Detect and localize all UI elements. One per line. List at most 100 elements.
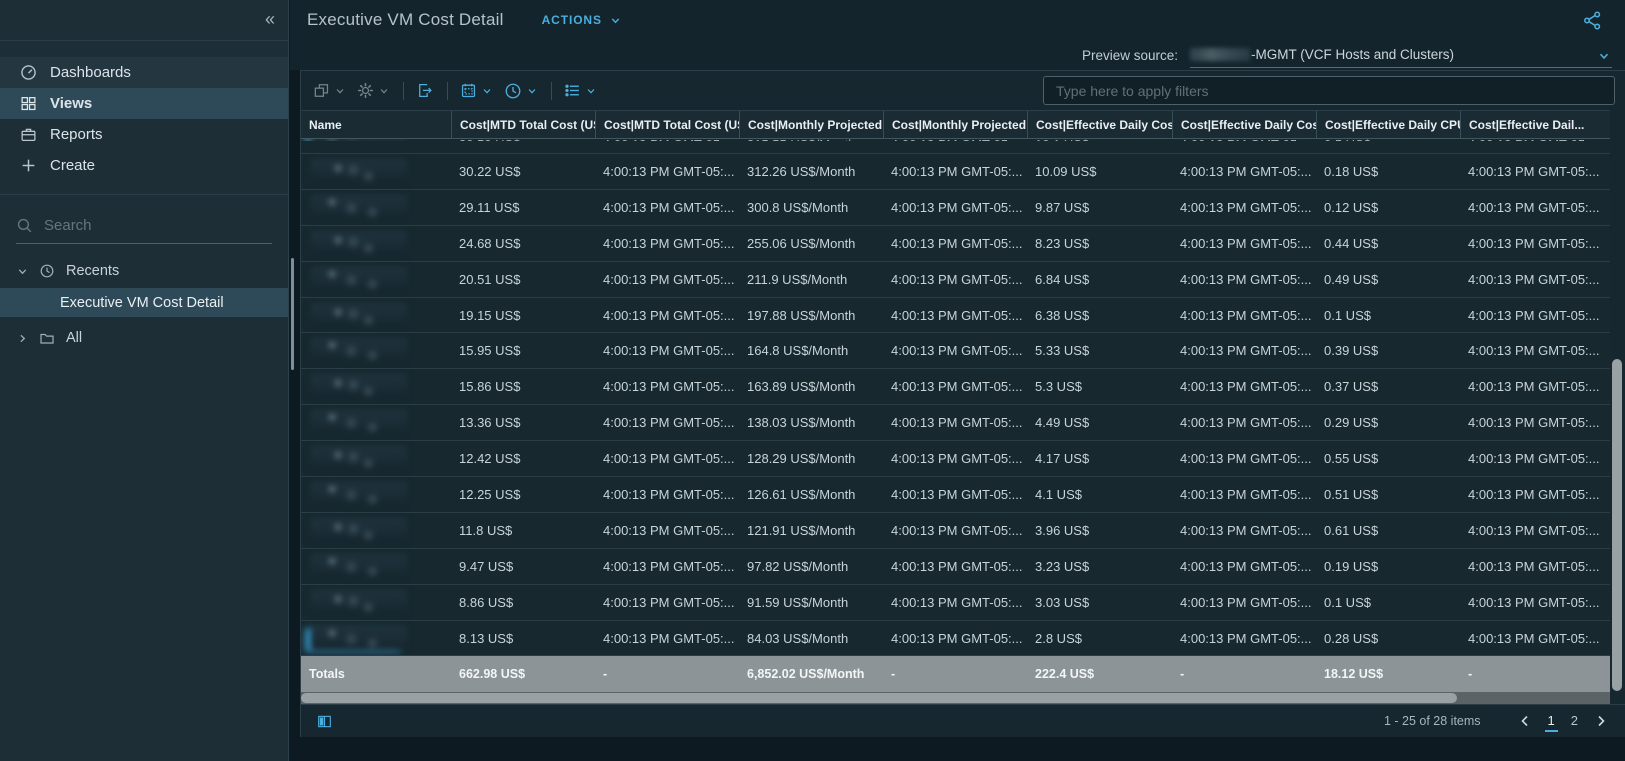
recents-group-header[interactable]: Recents	[0, 259, 288, 283]
sidebar-header: «	[0, 0, 288, 41]
table-row[interactable]: 11.8 US$ 4:00:13 PM GMT-05:... 121.91 US$/…	[301, 512, 1610, 549]
table-cell: 4:00:13 PM GMT-05:...	[1468, 164, 1600, 179]
chevron-down-icon	[380, 88, 388, 94]
table-cell: 8.86 US$	[459, 594, 514, 610]
table-cell: 4:00:13 PM GMT-05:...	[1468, 630, 1600, 646]
table-row[interactable]: 9.47 US$ 4:00:13 PM GMT-05:... 97.82 US$/M…	[301, 548, 1610, 585]
preview-source-select[interactable]: -MGMT (VCF Hosts and Clusters)	[1190, 43, 1612, 68]
table-row[interactable]: 13.36 US$ 4:00:13 PM GMT-05:... 138.03 US$…	[301, 405, 1610, 442]
table-cell-name	[301, 190, 451, 225]
actions-menu-button[interactable]: ACTIONS	[542, 13, 621, 27]
column-header-4[interactable]: Cost|Monthly Projected T...	[883, 111, 1027, 138]
share-icon[interactable]	[1582, 10, 1603, 31]
totals-cell-7: 18.12 US$	[1324, 667, 1384, 682]
vertical-scrollbar-thumb[interactable]	[1612, 359, 1622, 691]
table-cell: 4:00:13 PM GMT-05:...	[1180, 164, 1312, 179]
table-cell: 4.1 US$	[1035, 487, 1082, 503]
sidebar-item-reports[interactable]: Reports	[0, 119, 288, 150]
table-cell: 11.8 US$	[459, 522, 513, 538]
sidebar-item-create[interactable]: Create	[0, 150, 288, 181]
table-cell: 0.39 US$	[1324, 343, 1379, 359]
table-cell: 0.49 US$	[1324, 271, 1379, 287]
collapse-sidebar-icon[interactable]: «	[265, 9, 275, 29]
table-row[interactable]: 30.53 US$4:00:13 PM GMT-05:...315.55 US$…	[301, 139, 1610, 154]
column-picker-button[interactable]	[317, 714, 332, 729]
column-header-5[interactable]: Cost|Effective Daily Cost ...	[1027, 111, 1172, 138]
table-row[interactable]: 29.11 US$ 4:00:13 PM GMT-05:... 300.8 US$/…	[301, 189, 1610, 226]
panel-splitter-handle[interactable]	[291, 258, 294, 370]
column-header-1[interactable]: Cost|MTD Total Cost (US$)	[451, 111, 595, 138]
page-numbers: 12	[1544, 711, 1581, 732]
table-cell-name	[301, 154, 451, 189]
table-cell: 126.61 US$/Month	[747, 487, 856, 503]
table-row[interactable]: 15.86 US$ 4:00:13 PM GMT-05:... 163.89 US$…	[301, 369, 1610, 406]
sidebar-item-dashboards[interactable]: Dashboards	[0, 57, 288, 88]
horizontal-scrollbar-thumb[interactable]	[301, 693, 1457, 704]
chevron-down-icon	[611, 17, 620, 23]
column-header-6[interactable]: Cost|Effective Daily Cost ...	[1172, 111, 1316, 138]
table-cell-name	[301, 298, 451, 333]
table-row[interactable]: 8.86 US$ 4:00:13 PM GMT-05:... 91.59 US$/M…	[301, 584, 1610, 621]
table-cell: 4:00:13 PM GMT-05:...	[1468, 199, 1600, 215]
column-header-0[interactable]: Name	[301, 111, 451, 138]
table-cell: 84.03 US$/Month	[747, 630, 849, 646]
page-button-2[interactable]: 2	[1568, 711, 1581, 732]
table-row[interactable]: 15.95 US$ 4:00:13 PM GMT-05:... 164.8 US$/…	[301, 333, 1610, 370]
table-cell: 4.49 US$	[1035, 415, 1090, 431]
table-cell: 121.91 US$/Month	[747, 522, 856, 538]
table-row[interactable]: 30.22 US$ 4:00:13 PM GMT-05:... 312.26 US$…	[301, 154, 1610, 190]
table-cell: 3.23 US$	[1035, 558, 1090, 574]
column-header-3[interactable]: Cost|Monthly Projected T...	[739, 111, 883, 138]
table-cell: 4:00:13 PM GMT-05:...	[891, 199, 1023, 215]
date-range-button[interactable]	[460, 82, 492, 99]
grid-footer: 1 - 25 of 28 items 12	[301, 704, 1625, 738]
export-button[interactable]	[416, 82, 433, 99]
chevron-left-icon	[1520, 716, 1528, 727]
page-title: Executive VM Cost Detail	[307, 10, 504, 29]
previous-page-button[interactable]	[1519, 715, 1531, 727]
table-row[interactable]: 20.51 US$ 4:00:13 PM GMT-05:... 211.9 US$/…	[301, 261, 1610, 298]
tree-node-all[interactable]: All	[0, 326, 288, 350]
table-cell: 4:00:13 PM GMT-05:...	[1180, 487, 1312, 503]
sidebar-item-views[interactable]: Views	[0, 88, 288, 119]
horizontal-scrollbar[interactable]	[301, 692, 1610, 705]
table-row[interactable]: 24.68 US$ 4:00:13 PM GMT-05:... 255.06 US$…	[301, 225, 1610, 262]
table-cell: 19.15 US$	[459, 307, 521, 323]
list-options-button[interactable]	[564, 82, 596, 99]
table-cell: 4:00:13 PM GMT-05:...	[891, 271, 1023, 287]
table-cell: 0.55 US$	[1324, 451, 1379, 467]
table-cell: 4:00:13 PM GMT-05:...	[891, 487, 1023, 503]
column-header-7[interactable]: Cost|Effective Daily CPU ...	[1316, 111, 1460, 138]
totals-cell-4: -	[891, 667, 896, 682]
table-row[interactable]: 19.15 US$ 4:00:13 PM GMT-05:... 197.88 US$…	[301, 297, 1610, 334]
chevron-down-icon	[528, 88, 536, 94]
table-cell: 4:00:13 PM GMT-05:...	[1468, 558, 1600, 574]
table-cell: 4:00:13 PM GMT-05:...	[1468, 594, 1600, 610]
table-cell: 8.13 US$	[459, 630, 514, 646]
next-page-button[interactable]	[1595, 715, 1607, 727]
table-row[interactable]: 12.42 US$ 4:00:13 PM GMT-05:... 128.29 US$…	[301, 441, 1610, 478]
table-cell: 4:00:13 PM GMT-05:...	[1468, 307, 1600, 323]
table-row[interactable]: 12.25 US$ 4:00:13 PM GMT-05:... 126.61 US$…	[301, 477, 1610, 513]
table-cell: 0.12 US$	[1324, 199, 1379, 215]
redacted-vm-name	[311, 517, 407, 542]
table-row[interactable]: 8.13 US$ 4:00:13 PM GMT-05:... 84.03 US$/M…	[301, 620, 1610, 657]
column-header-2[interactable]: Cost|MTD Total Cost (US...	[595, 111, 739, 138]
column-header-8[interactable]: Cost|Effective Dail...	[1460, 111, 1610, 138]
table-cell: 0.1 US$	[1324, 307, 1371, 323]
table-cell: 30.22 US$	[459, 164, 521, 179]
search-icon	[16, 217, 33, 234]
popout-view-button[interactable]	[313, 82, 345, 99]
recent-item-executive-vm-cost-detail[interactable]: Executive VM Cost Detail	[0, 288, 288, 317]
filter-input[interactable]	[1043, 76, 1615, 105]
dashboard-gauge-icon	[20, 64, 37, 81]
settings-button[interactable]	[357, 82, 389, 99]
table-cell: 6.38 US$	[1035, 307, 1090, 323]
time-settings-button[interactable]	[504, 82, 537, 100]
items-range-text: 1 - 25 of 28 items	[1383, 714, 1481, 729]
search-input[interactable]	[44, 217, 272, 234]
chevron-down-icon	[17, 266, 28, 277]
table-cell: 3.03 US$	[1035, 594, 1090, 610]
table-cell: 4:00:13 PM GMT-05:...	[603, 451, 735, 467]
page-button-1[interactable]: 1	[1544, 711, 1558, 732]
